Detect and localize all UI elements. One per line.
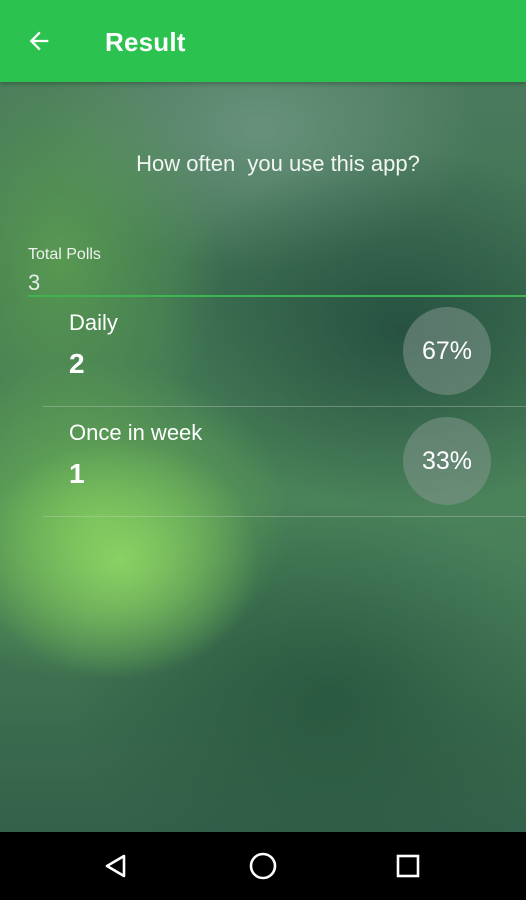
option-count: 2: [69, 348, 85, 379]
total-polls-value: 3: [28, 270, 41, 295]
option-percent-badge: 33%: [403, 417, 491, 505]
total-polls-label: Total Polls: [28, 246, 101, 263]
nav-recents-button[interactable]: [388, 846, 428, 886]
circle-home-icon: [249, 852, 277, 880]
option-row-once-in-week[interactable]: Once in week 1 33%: [43, 407, 526, 517]
arrow-back-icon: [29, 31, 49, 51]
app-bar: Result: [0, 0, 526, 82]
poll-result-content: How often you use this app? Total Polls …: [0, 82, 526, 832]
square-recents-icon: [396, 854, 420, 878]
triangle-back-icon: [105, 854, 126, 878]
system-nav-bar: [0, 832, 526, 900]
option-label: Once in week: [69, 420, 203, 445]
option-percent-badge: 67%: [403, 307, 491, 395]
back-button[interactable]: [14, 16, 64, 66]
option-count: 1: [69, 458, 85, 489]
nav-home-button[interactable]: [243, 846, 283, 886]
page-title: Result: [105, 27, 186, 57]
option-label: Daily: [69, 310, 118, 335]
option-row-daily[interactable]: Daily 2 67%: [43, 297, 526, 407]
nav-back-button[interactable]: [96, 846, 136, 886]
poll-question: How often you use this app?: [136, 151, 420, 176]
